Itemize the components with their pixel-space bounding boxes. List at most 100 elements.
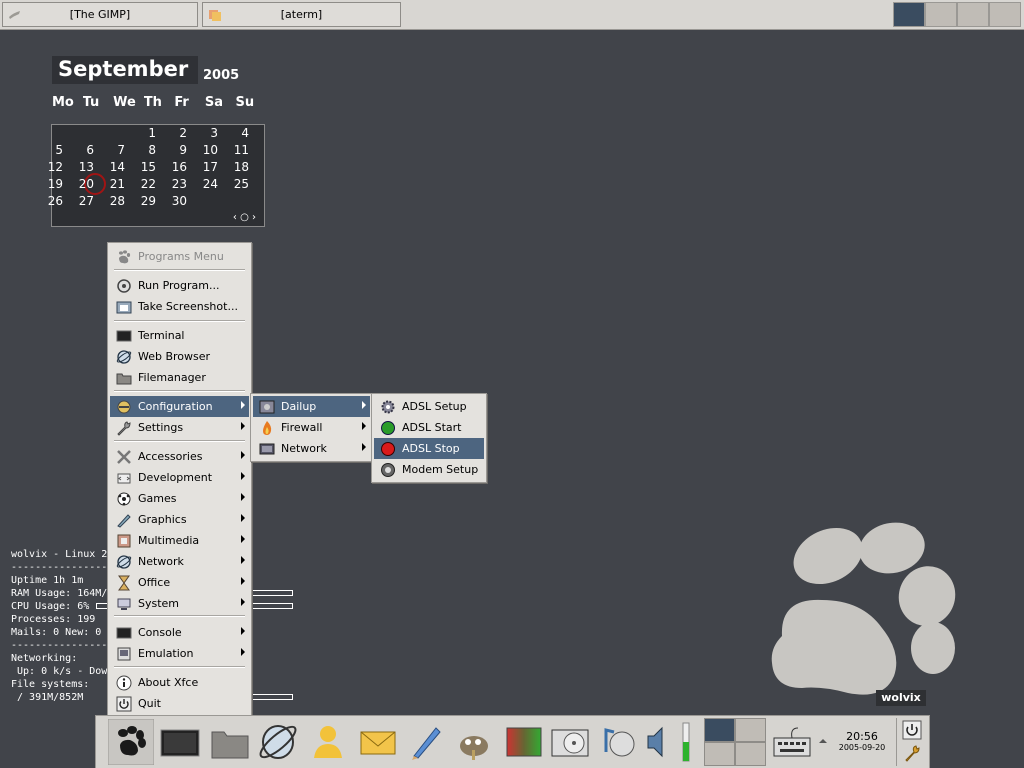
terminal-icon[interactable] [160,722,200,762]
speaker-icon[interactable] [644,722,668,762]
paw-icon [116,249,132,265]
calendar-day[interactable]: 26 [39,194,63,208]
calendar-day[interactable]: 30 [163,194,187,208]
menu-item-games[interactable]: Games [110,488,249,509]
menu-item-firewall[interactable]: Firewall [253,417,370,438]
workspace-1[interactable] [893,2,925,27]
network-icon [259,441,275,457]
calendar-day[interactable]: 6 [70,143,94,157]
menu-item-adsl-stop[interactable]: ADSL Stop [374,438,484,459]
music-player-icon[interactable] [598,722,638,762]
image-viewer-icon[interactable] [504,722,544,762]
calendar-day[interactable]: 14 [101,160,125,174]
workspace-1[interactable] [704,718,735,742]
calendar-day[interactable]: 12 [39,160,63,174]
xfce-menu-button[interactable] [108,719,154,765]
menu-item-accessories[interactable]: Accessories [110,446,249,467]
menu-item-network[interactable]: Network [253,438,370,459]
menu-item-network[interactable]: Network [110,551,249,572]
pen-icon[interactable] [406,722,446,762]
workspace-3[interactable] [704,742,735,766]
monitor-line: Processes: 199 [11,614,96,625]
menu-item-label: Web Browser [138,350,211,363]
calendar-day[interactable]: 10 [194,143,218,157]
workspace-2[interactable] [925,2,957,27]
green-dot-icon [380,420,396,436]
workspace-2[interactable] [735,718,766,742]
menu-item-label: ADSL Start [402,421,462,434]
calendar-day[interactable]: 3 [194,126,218,140]
web-browser-icon[interactable] [258,722,298,762]
menu-item-quit[interactable]: Quit [110,693,249,714]
calendar-day[interactable]: 17 [194,160,218,174]
workspace-3[interactable] [957,2,989,27]
calendar-day[interactable]: 27 [70,194,94,208]
menu-item-about-xfce[interactable]: About Xfce [110,672,249,693]
calendar-day[interactable]: 5 [39,143,63,157]
calendar-day[interactable]: 22 [132,177,156,191]
menu-item-multimedia[interactable]: Multimedia [110,530,249,551]
calendar-day[interactable]: 20 [70,177,94,191]
calendar-day[interactable]: 13 [70,160,94,174]
folder-icon[interactable] [210,722,250,762]
gimp-icon[interactable] [454,722,494,762]
calendar-day[interactable]: 4 [225,126,249,140]
volume-slider[interactable] [680,722,692,762]
wrench-icon[interactable] [902,743,922,763]
calendar-day[interactable]: 8 [132,143,156,157]
mail-icon[interactable] [358,722,398,762]
menu-item-graphics[interactable]: Graphics [110,509,249,530]
menu-item-adsl-setup[interactable]: ADSL Setup [374,396,484,417]
panel-divider [896,718,897,766]
calendar-nav[interactable]: ‹ ○ › [233,212,256,223]
menu-item-dailup[interactable]: Dailup [253,396,370,417]
calendar-day[interactable]: 19 [39,177,63,191]
calendar-day[interactable]: 1 [132,126,156,140]
menu-item-emulation[interactable]: Emulation [110,643,249,664]
user-icon[interactable] [308,722,348,762]
monitor-line: Mails: 0 New: 0 [11,627,102,638]
keyboard-icon[interactable] [772,722,812,762]
calendar-day[interactable]: 25 [225,177,249,191]
menu-item-configuration[interactable]: Configuration [110,396,249,417]
menu-title: Programs Menu [110,246,249,267]
power-icon[interactable] [902,720,922,740]
task-button-gimp[interactable]: [The GIMP] [2,2,198,27]
calendar-day[interactable]: 18 [225,160,249,174]
calendar-day[interactable]: 2 [163,126,187,140]
menu-item-run-program[interactable]: Run Program... [110,275,249,296]
calendar-day[interactable]: 29 [132,194,156,208]
calendar-day[interactable]: 28 [101,194,125,208]
menu-item-adsl-start[interactable]: ADSL Start [374,417,484,438]
menu-title-label: Programs Menu [138,250,224,263]
clock[interactable]: 20:56 2005-09-20 [832,730,892,752]
workspace-4[interactable] [735,742,766,766]
menu-item-filemanager[interactable]: Filemanager [110,367,249,388]
calendar-day[interactable]: 9 [163,143,187,157]
tray-arrow-icon[interactable] [818,736,828,746]
menu-item-terminal[interactable]: Terminal [110,325,249,346]
monitor-line: Uptime 1h 1m [11,575,84,586]
menu-item-settings[interactable]: Settings [110,417,249,438]
menu-item-label: ADSL Stop [402,442,460,455]
menu-item-take-screenshot[interactable]: Take Screenshot... [110,296,249,317]
menu-item-office[interactable]: Office [110,572,249,593]
menu-item-development[interactable]: Development [110,467,249,488]
menu-item-modem-setup[interactable]: Modem Setup [374,459,484,480]
weekday: Fr [174,95,189,110]
calendar-day[interactable]: 16 [163,160,187,174]
video-player-icon[interactable] [550,722,590,762]
menu-item-system[interactable]: System [110,593,249,614]
task-button-aterm[interactable]: [aterm] [202,2,401,27]
calendar-day[interactable]: 23 [163,177,187,191]
menu-item-console[interactable]: Console [110,622,249,643]
calendar-day[interactable]: 21 [101,177,125,191]
calendar-day[interactable]: 24 [194,177,218,191]
menu-separator [114,666,245,668]
gear-icon [380,399,396,415]
calendar-day[interactable]: 7 [101,143,125,157]
calendar-day[interactable]: 11 [225,143,249,157]
calendar-day[interactable]: 15 [132,160,156,174]
menu-item-web-browser[interactable]: Web Browser [110,346,249,367]
workspace-4[interactable] [989,2,1021,27]
